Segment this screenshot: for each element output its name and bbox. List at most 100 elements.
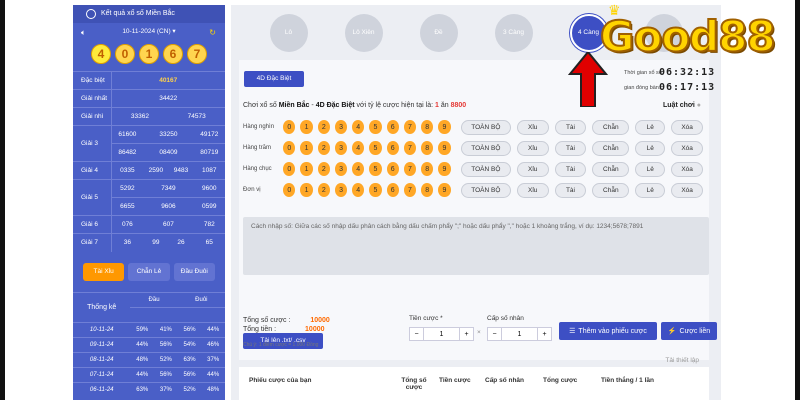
rules-label[interactable]: Luật chơi [663,102,695,109]
date-value[interactable]: 10-11-2024 (CN) ▾ [122,28,175,35]
nav-de[interactable]: Đề [419,13,458,52]
plus-icon[interactable]: + [537,328,551,340]
digit-button[interactable]: 7 [403,120,417,134]
bet-now-button[interactable]: ⚡ Cược liền [661,322,717,340]
nav-lo[interactable]: Lô [269,13,308,52]
option-button[interactable]: Tài [554,119,587,135]
rules-link[interactable]: Luật chơi ● [663,102,701,109]
digit-button[interactable]: 9 [438,120,451,134]
mult-value[interactable]: 1 [502,328,537,340]
digit-button[interactable]: 2 [317,141,330,155]
digit-button[interactable]: 3 [334,162,348,176]
prize-value: 9483 [168,161,194,180]
date-selector[interactable]: 🔈︎ 10-11-2024 (CN) ▾ ↻ [73,23,225,41]
tab-dau-duoi[interactable]: Đầu Đuôi [173,262,215,281]
digit-button[interactable]: 8 [421,120,434,134]
plus-icon[interactable]: + [459,328,473,340]
digit-button[interactable]: 9 [438,183,451,197]
digit-button[interactable]: 2 [317,162,330,176]
digit-button[interactable]: 4 [352,141,365,155]
option-button[interactable]: TOÀN BỘ [460,119,511,135]
option-button[interactable]: Tài [554,161,587,177]
digit-button[interactable]: 0 [283,183,296,197]
result-ball: 7 [187,44,207,64]
digit-button[interactable]: 7 [403,162,417,176]
speaker-icon[interactable]: 🔈︎ [81,24,86,42]
minus-icon[interactable]: − [488,328,502,340]
minus-icon[interactable]: − [410,328,424,340]
nav-3-cang[interactable]: 3 Càng [494,13,533,52]
option-button[interactable]: Chẵn [592,140,630,156]
prize-value: 34422 [111,89,225,108]
digit-button[interactable]: 0 [283,120,296,134]
option-button[interactable]: TOÀN BỘ [460,140,511,156]
option-button[interactable]: Chẵn [592,182,630,198]
digit-button[interactable]: 9 [438,141,451,155]
add-to-slip-button[interactable]: ☰ Thêm vào phiếu cược [559,322,657,340]
digit-button[interactable]: 5 [369,183,382,197]
digit-button[interactable]: 6 [386,162,399,176]
digit-button[interactable]: 3 [334,141,348,155]
digit-button[interactable]: 4 [352,183,365,197]
bolt-icon[interactable]: ⚡ [668,327,677,335]
stake-stepper[interactable]: − 1 + [409,327,474,341]
info-icon[interactable]: ● [697,102,701,109]
option-button[interactable]: Lẻ [635,140,666,156]
mult-stepper[interactable]: − 1 + [487,327,552,341]
number-input[interactable]: Cách nhập số: Giữa các số nhập dấu phân … [243,217,709,275]
digit-button[interactable]: 8 [421,141,434,155]
option-button[interactable]: Chẵn [592,119,630,135]
option-button[interactable]: Xóa [671,119,703,135]
bet-now-label[interactable]: Cược liền [680,328,711,335]
stake-value[interactable]: 1 [424,328,459,340]
digit-button[interactable]: 1 [300,120,313,134]
col-stake: Tiền cược [439,377,471,384]
digit-button[interactable]: 3 [334,183,348,197]
option-button[interactable]: Xỉu [516,182,549,198]
option-button[interactable]: Xỉu [516,161,549,177]
nav-lo-xien[interactable]: Lô Xiên [344,13,383,52]
tab-tai-xiu[interactable]: Tài Xỉu [83,262,125,281]
digit-button[interactable]: 0 [283,141,296,155]
digit-button[interactable]: 4 [352,162,365,176]
option-button[interactable]: Xóa [671,161,703,177]
digit-button[interactable]: 5 [369,162,382,176]
digit-button[interactable]: 6 [386,120,399,134]
option-button[interactable]: Xỉu [516,140,549,156]
digit-button[interactable]: 0 [283,162,296,176]
option-button[interactable]: Xỉu [516,119,549,135]
digit-button[interactable]: 1 [300,183,313,197]
option-button[interactable]: Xóa [671,140,703,156]
digit-button[interactable]: 1 [300,162,313,176]
prize-value: 33250 [143,125,194,144]
slip-table-header: Phiếu cược của bạn Tổng số cược Tiền cượ… [239,367,709,400]
option-button[interactable]: TOÀN BỘ [460,182,511,198]
bet-type-tag[interactable]: 4D Đặc Biệt [244,71,304,87]
option-button[interactable]: Lẻ [635,182,666,198]
digit-button[interactable]: 7 [403,183,417,197]
digit-button[interactable]: 5 [369,141,382,155]
digit-button[interactable]: 2 [317,120,330,134]
option-button[interactable]: Lẻ [635,119,666,135]
digit-button[interactable]: 1 [300,141,313,155]
digit-button[interactable]: 5 [369,120,382,134]
digit-button[interactable]: 3 [334,120,348,134]
option-button[interactable]: Lẻ [635,161,666,177]
tab-chan-le[interactable]: Chẵn Lẻ [128,262,170,281]
digit-button[interactable]: 2 [317,183,330,197]
list-icon[interactable]: ☰ [569,327,575,335]
digit-button[interactable]: 8 [421,183,434,197]
option-button[interactable]: Tài [554,182,587,198]
digit-button[interactable]: 6 [386,141,399,155]
digit-button[interactable]: 9 [438,162,451,176]
add-to-slip-label[interactable]: Thêm vào phiếu cược [578,328,646,335]
digit-button[interactable]: 6 [386,183,399,197]
refresh-icon[interactable]: ↻ [209,24,216,42]
option-button[interactable]: Tài [554,140,587,156]
option-button[interactable]: TOÀN BỘ [460,161,511,177]
digit-button[interactable]: 7 [403,141,417,155]
digit-button[interactable]: 4 [352,120,365,134]
option-button[interactable]: Xóa [671,182,703,198]
option-button[interactable]: Chẵn [592,161,630,177]
digit-button[interactable]: 8 [421,162,434,176]
